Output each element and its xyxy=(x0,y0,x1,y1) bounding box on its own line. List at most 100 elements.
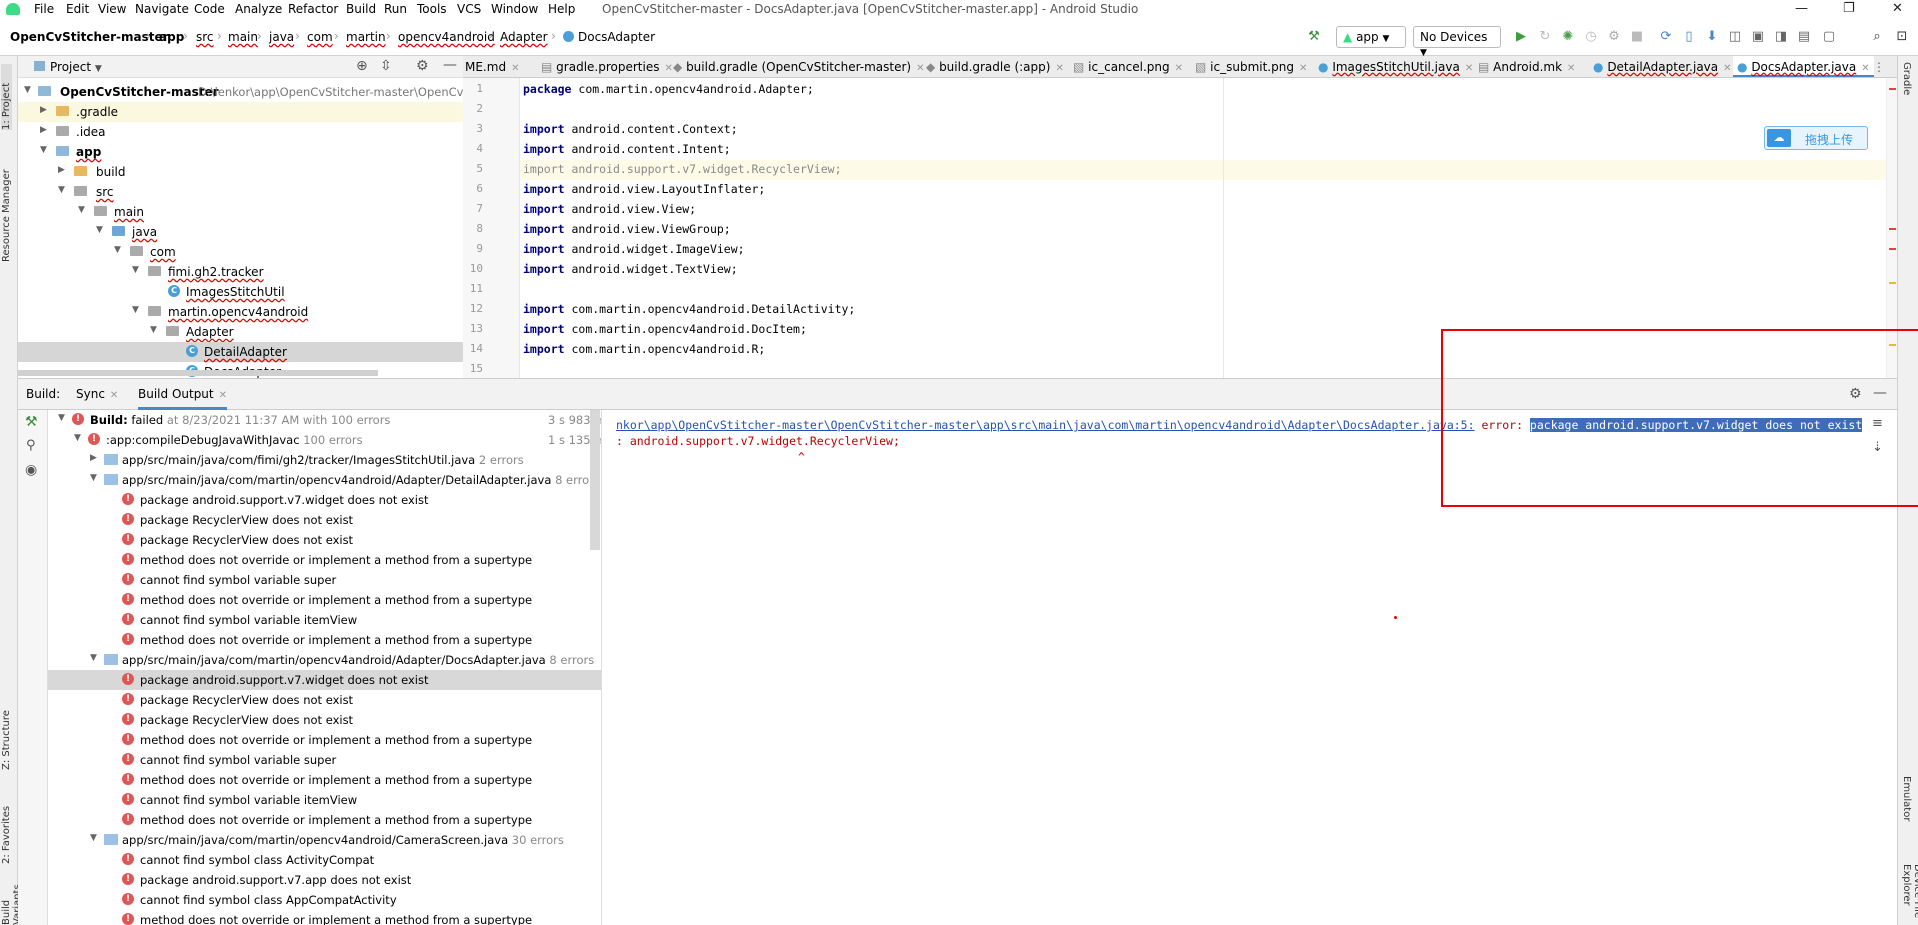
error-row[interactable]: ! package RecyclerView does not exist xyxy=(48,530,601,550)
breadcrumb-root[interactable]: OpenCvStitcher-master xyxy=(10,30,169,44)
tree-item-adapter[interactable]: ▼ Adapter xyxy=(18,322,463,342)
close-icon[interactable]: ✕ xyxy=(1055,63,1063,74)
close-icon[interactable]: ✕ xyxy=(916,63,924,74)
error-row[interactable]: ! cannot find symbol variable super xyxy=(48,570,601,590)
tab-docsadapter[interactable]: ● DocsAdapter.java ✕ xyxy=(1733,56,1874,77)
close-icon[interactable]: ✕ xyxy=(1861,63,1869,74)
tree-item-com[interactable]: ▼ com xyxy=(18,242,463,262)
vertical-scrollbar[interactable] xyxy=(590,410,600,550)
minimize-icon[interactable]: — xyxy=(1795,1,1808,16)
menu-file[interactable]: File xyxy=(34,2,54,16)
tree-item-imagesstitchutil[interactable]: C ImagesStitchUtil xyxy=(18,282,463,302)
tree-item-martin-opencv4android[interactable]: ▼ martin.opencv4android xyxy=(18,302,463,322)
menu-code[interactable]: Code xyxy=(194,2,225,16)
error-row[interactable]: ! package RecyclerView does not exist xyxy=(48,710,601,730)
error-row[interactable]: ! method does not override or implement a… xyxy=(48,630,601,650)
error-mark[interactable] xyxy=(1889,88,1896,90)
error-row[interactable]: ! package android.support.v7.widget does … xyxy=(48,490,601,510)
menu-run[interactable]: Run xyxy=(384,2,407,16)
maximize-icon[interactable]: ❐ xyxy=(1843,1,1855,16)
settings-icon[interactable]: ▤ xyxy=(1795,28,1813,46)
build-status-row[interactable]: ▼ ! Build: failed at 8/23/2021 11:37 AM … xyxy=(48,410,601,430)
tree-item-gradle[interactable]: ▶ .gradle xyxy=(18,102,463,122)
error-row[interactable]: ! cannot find symbol class AppCompatActiv… xyxy=(48,890,601,910)
build-file-row[interactable]: ▼ app/src/main/java/com/martin/opencv4an… xyxy=(48,470,601,490)
project-tool-button[interactable]: 1: Project xyxy=(1,64,12,130)
error-row[interactable]: ! cannot find symbol variable itemView xyxy=(48,790,601,810)
tree-item-detailadapter[interactable]: C DetailAdapter xyxy=(18,342,463,362)
device-manager-icon[interactable]: ▣ xyxy=(1749,28,1767,46)
apply-changes-icon[interactable]: ↻ xyxy=(1536,28,1554,46)
error-row[interactable]: ! method does not override or implement a… xyxy=(48,730,601,750)
tree-item-fimi-gh2-tracker[interactable]: ▼ fimi.gh2.tracker xyxy=(18,262,463,282)
breadcrumb-martin[interactable]: martin xyxy=(346,30,386,44)
stop-icon[interactable]: ■ xyxy=(1628,28,1646,46)
build-file-row[interactable]: ▼ app/src/main/java/com/martin/opencv4an… xyxy=(48,650,601,670)
tab-ic-cancel[interactable]: ▧ ic_cancel.png ✕ xyxy=(1073,56,1183,77)
close-icon[interactable]: ✕ xyxy=(511,63,519,74)
menu-edit[interactable]: Edit xyxy=(66,2,89,16)
tab-android-mk[interactable]: ▤ Android.mk ✕ xyxy=(1478,56,1575,77)
tree-item-java[interactable]: ▼ java xyxy=(18,222,463,242)
tab-readme[interactable]: ME.md ✕ xyxy=(465,56,519,77)
error-mark[interactable] xyxy=(1889,228,1896,230)
gradle-tool-button[interactable]: Gradle xyxy=(1901,62,1912,122)
avd-manager-icon[interactable]: ▯ xyxy=(1680,28,1698,46)
hide-panel-icon[interactable]: — xyxy=(443,57,457,73)
tab-build-gradle-project[interactable]: ◆ build.gradle (OpenCvStitcher-master) ✕ xyxy=(673,56,924,77)
breadcrumb-main[interactable]: main xyxy=(228,30,258,44)
eye-icon[interactable]: ◉ xyxy=(25,462,37,478)
close-icon[interactable]: ✕ xyxy=(1567,63,1575,74)
error-row[interactable]: ! package android.support.v7.app does not… xyxy=(48,870,601,890)
pin-icon[interactable]: ⚲ xyxy=(26,438,36,453)
attach-debugger-icon[interactable]: ⚙ xyxy=(1605,28,1623,46)
tree-item-main[interactable]: ▼ main xyxy=(18,202,463,222)
close-icon[interactable]: ✕ xyxy=(219,390,227,401)
menu-vcs[interactable]: VCS xyxy=(457,2,481,16)
error-row[interactable]: ! method does not override or implement a… xyxy=(48,590,601,610)
sdk-manager-icon[interactable]: ⬇ xyxy=(1703,28,1721,46)
close-icon[interactable]: ✕ xyxy=(1175,63,1183,74)
tree-item-idea[interactable]: ▶ .idea xyxy=(18,122,463,142)
resource-manager-tool-button[interactable]: Resource Manager xyxy=(1,152,12,262)
tab-build-output[interactable]: Build Output ✕ xyxy=(138,387,228,410)
close-icon[interactable]: ✕ xyxy=(1892,1,1903,16)
tree-item-build[interactable]: ▶ build xyxy=(18,162,463,182)
layout-inspector-icon[interactable]: ◫ xyxy=(1726,28,1744,46)
close-icon[interactable]: ✕ xyxy=(1465,63,1473,74)
tab-detailadapter[interactable]: ● DetailAdapter.java ✕ xyxy=(1593,56,1732,77)
close-icon[interactable]: ✕ xyxy=(664,63,672,74)
project-view-select[interactable]: Project ▼ xyxy=(50,60,102,74)
breadcrumb-src[interactable]: src xyxy=(196,30,214,44)
debug-icon[interactable]: ✺ xyxy=(1559,28,1577,46)
device-file-explorer-tool-button[interactable]: Device File Explorer xyxy=(1901,864,1918,924)
error-row[interactable]: ! method does not override or implement a… xyxy=(48,810,601,830)
close-icon[interactable]: ✕ xyxy=(1299,63,1307,74)
warning-mark[interactable] xyxy=(1889,282,1896,284)
error-row[interactable]: ! package RecyclerView does not exist xyxy=(48,690,601,710)
run-config-select[interactable]: ▲ app ▼ xyxy=(1336,26,1406,48)
tab-list-icon[interactable]: ⋮ xyxy=(1873,60,1885,74)
locate-icon[interactable]: ⊕ xyxy=(356,58,368,74)
build-file-row[interactable]: ▼ app/src/main/java/com/martin/opencv4an… xyxy=(48,830,601,850)
breadcrumb-docsadapter[interactable]: DocsAdapter xyxy=(563,30,655,44)
breadcrumb-adapter[interactable]: Adapter xyxy=(500,30,548,44)
tree-item-root[interactable]: ▼ OpenCvStitcher-master D:\lenkor\app\Op… xyxy=(18,82,463,102)
breadcrumb-opencv4android[interactable]: opencv4android xyxy=(398,30,495,44)
error-row-selected[interactable]: ! package android.support.v7.widget does … xyxy=(48,670,601,690)
build-file-row[interactable]: ▶ app/src/main/java/com/fimi/gh2/tracker… xyxy=(48,450,601,470)
device-select[interactable]: No Devices ▼ xyxy=(1413,26,1501,58)
error-mark[interactable] xyxy=(1889,248,1896,250)
gear-icon[interactable]: ⚙ xyxy=(416,58,429,74)
breadcrumb-com[interactable]: com xyxy=(307,30,333,44)
build-task-row[interactable]: ▼ ! :app:compileDebugJavaWithJavac 100 e… xyxy=(48,430,601,450)
error-file-link[interactable]: nkor\app\OpenCvStitcher-master\OpenCvSti… xyxy=(616,418,1475,432)
menu-view[interactable]: View xyxy=(98,2,126,16)
hammer-icon[interactable]: ⚒ xyxy=(25,414,38,430)
error-row[interactable]: ! method does not override or implement a… xyxy=(48,910,601,925)
breadcrumb-app[interactable]: app xyxy=(159,30,184,44)
error-row[interactable]: ! cannot find symbol variable super xyxy=(48,750,601,770)
error-row[interactable]: ! package RecyclerView does not exist xyxy=(48,510,601,530)
run-icon[interactable]: ▶ xyxy=(1512,28,1530,46)
menu-refactor[interactable]: Refactor xyxy=(288,2,338,16)
